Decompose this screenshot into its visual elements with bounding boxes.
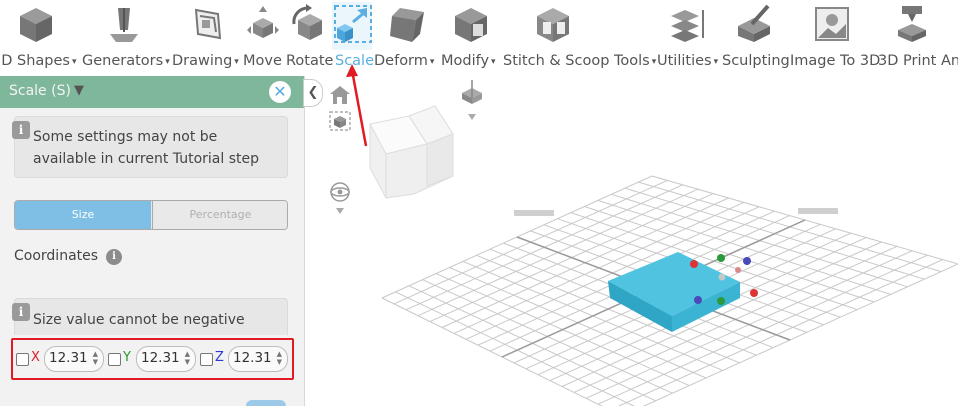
- tool-label: 3D Shapes: [0, 53, 70, 69]
- sculpting-icon: [738, 4, 770, 42]
- caret-down-icon: ▾: [491, 57, 496, 67]
- caret-down-icon: ▾: [651, 57, 657, 67]
- tool-drawing[interactable]: Drawing ▾: [172, 0, 242, 76]
- move-icon: [247, 6, 279, 38]
- rotate-icon: [292, 4, 322, 40]
- caret-down-icon: ▾: [71, 57, 77, 67]
- mode-percentage-button[interactable]: Percentage: [152, 201, 287, 229]
- tool-3d-print[interactable]: 3D Print An: [878, 0, 958, 76]
- coordinates-info-icon[interactable]: i: [106, 249, 122, 265]
- main-toolbar: 3D Shapes▾ Generators▾ Drawing▾ Move: [0, 0, 958, 76]
- tutorial-info-text: Some settings may not be available in cu…: [33, 129, 260, 167]
- deform-icon: [390, 8, 424, 42]
- tool-utilities[interactable]: Utilities ▾: [657, 0, 719, 76]
- negative-info-text: Size value cannot be negative: [33, 312, 245, 328]
- caret-down-icon: ▾: [165, 57, 170, 67]
- tool-label: Rotate: [286, 53, 334, 69]
- tool-3d-shapes[interactable]: 3D Shapes▾: [0, 0, 78, 76]
- tool-label: Stitch & Scoop Tools: [503, 53, 650, 69]
- tool-modify[interactable]: Modify ▾: [441, 0, 501, 76]
- annotation-arrow-icon: [346, 64, 368, 147]
- grid-label: [514, 210, 554, 216]
- caret-down-icon: ▾: [713, 57, 719, 67]
- tool-move[interactable]: Move: [243, 0, 283, 76]
- partial-toggle-button[interactable]: [246, 400, 286, 406]
- panel-dropdown-caret-icon[interactable]: ▼: [74, 83, 84, 98]
- drawing-icon: [194, 8, 222, 40]
- image-icon: [815, 7, 849, 41]
- tool-image-to-3d[interactable]: Image To 3D: [790, 0, 880, 76]
- info-icon: i: [12, 121, 30, 139]
- tool-label: Modify: [441, 53, 490, 69]
- info-icon: i: [12, 303, 30, 321]
- annotation-highlight-box: [11, 338, 294, 380]
- axis-gizmo-icon[interactable]: [462, 80, 482, 120]
- tool-label: Sculpting: [722, 53, 790, 69]
- tool-sculpting[interactable]: Sculpting: [722, 0, 790, 76]
- scale-mode-toggle: Size Percentage: [14, 200, 288, 230]
- tool-label: Drawing: [172, 53, 233, 69]
- tool-label: Move: [243, 53, 282, 69]
- scale-icon: [334, 5, 372, 43]
- stitch-scoop-icon: [537, 8, 569, 42]
- caret-down-icon: ▾: [234, 57, 239, 67]
- collapse-panel-button[interactable]: ❮: [303, 79, 323, 107]
- panel-title: Scale (S): [9, 83, 71, 99]
- caret-down-icon: ▾: [429, 57, 435, 67]
- panel-header: Scale (S) ▼ ✕: [0, 76, 304, 108]
- tool-label: Generators: [82, 53, 164, 69]
- grid-label: [798, 208, 838, 214]
- orbit-dropdown-icon[interactable]: [336, 208, 344, 214]
- negative-info-box: i Size value cannot be negative: [12, 298, 288, 335]
- orbit-icon[interactable]: [330, 182, 350, 202]
- tool-label: Utilities: [657, 53, 712, 69]
- tutorial-info-box: i Some settings may not be available in …: [12, 116, 288, 178]
- tool-rotate[interactable]: Rotate: [286, 0, 334, 76]
- printer-icon: [898, 6, 926, 42]
- tool-generators[interactable]: Generators ▾: [82, 0, 170, 76]
- utilities-icon: [671, 10, 704, 42]
- close-panel-button[interactable]: ✕: [269, 81, 291, 103]
- cube-icon: [20, 8, 52, 42]
- tool-label: Image To 3D: [790, 53, 881, 69]
- tool-stitch-scoop[interactable]: Stitch & Scoop Tools ▾: [503, 0, 657, 76]
- coordinates-label: Coordinates: [14, 248, 99, 264]
- grid-line: [381, 297, 603, 406]
- mode-size-button[interactable]: Size: [15, 201, 151, 229]
- tool-label: 3D Print An: [878, 53, 958, 69]
- 3d-viewport[interactable]: [322, 76, 958, 406]
- generator-icon: [110, 8, 138, 42]
- modify-icon: [455, 8, 487, 42]
